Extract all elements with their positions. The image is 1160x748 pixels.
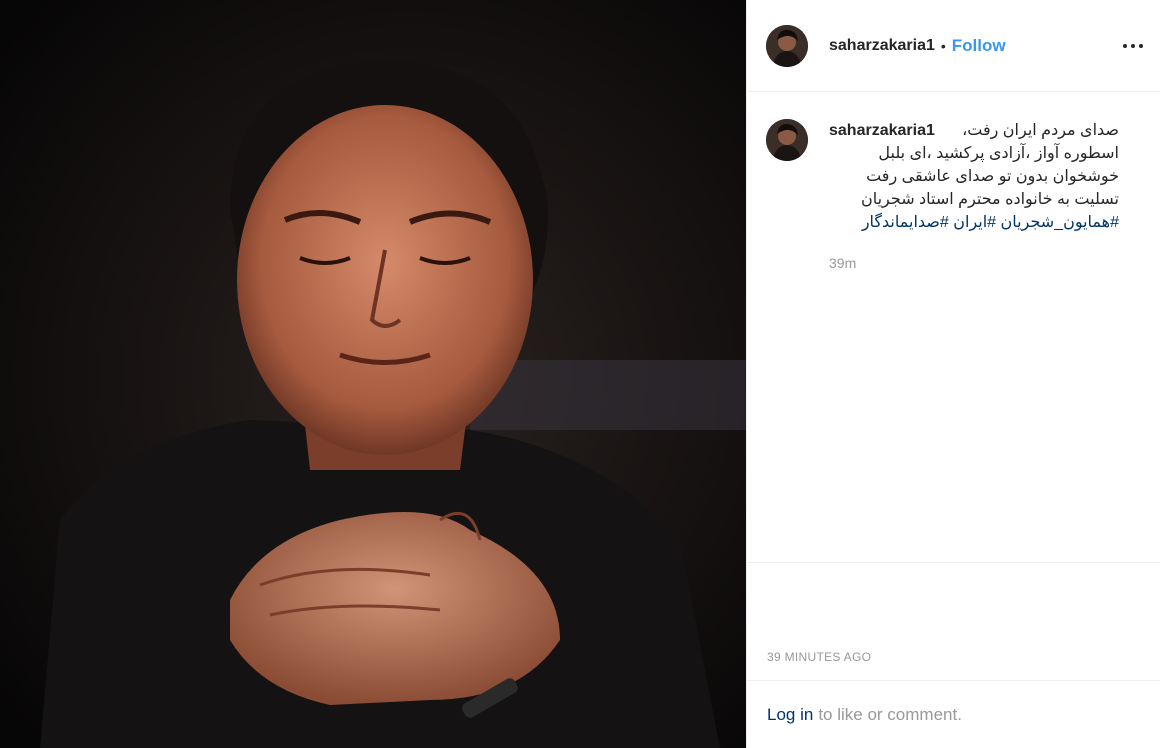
portrait-photo — [0, 0, 746, 748]
hashtag-list: #همایون_شجریان #ایران #صدایماندگار — [829, 211, 1119, 234]
divider — [747, 562, 1160, 563]
login-prompt-text: to like or comment. — [818, 704, 962, 724]
comment-time[interactable]: 39m — [829, 255, 1119, 271]
avatar-image — [766, 24, 808, 67]
post-photo[interactable] — [0, 0, 746, 748]
post-timestamp[interactable]: 39 MINUTES AGO — [767, 650, 871, 664]
caption-line: اسطوره آواز ،آزادی پرکشید ،ای بلبل — [878, 145, 1119, 162]
username-link[interactable]: saharzakaria1 — [829, 37, 935, 55]
hashtag-link[interactable]: #ایران — [953, 214, 996, 231]
hashtag-link[interactable]: #صدایماندگار — [862, 214, 949, 231]
comment-username-link[interactable]: saharzakaria1 — [829, 119, 935, 142]
login-bar: Log in to like or comment. — [747, 680, 1160, 748]
avatar[interactable] — [766, 24, 808, 67]
avatar[interactable] — [766, 119, 808, 161]
login-link[interactable]: Log in — [767, 705, 813, 725]
follow-button[interactable]: Follow — [952, 36, 1006, 56]
caption-line: صدای مردم ایران رفت، — [962, 122, 1119, 139]
post-header: saharzakaria1 • Follow — [747, 0, 1160, 92]
caption-line: خوشخوان بدون تو صدای عاشقی رفت — [866, 168, 1119, 185]
comment-body: saharzakaria1 صدای مردم ایران رفت، اسطور… — [829, 119, 1119, 271]
caption-text: saharzakaria1 صدای مردم ایران رفت، اسطور… — [829, 119, 1119, 234]
dot-icon — [1131, 44, 1135, 48]
post-detail-panel: saharzakaria1 • Follow saharzakaria1 صدا… — [746, 0, 1160, 748]
caption-comment: saharzakaria1 صدای مردم ایران رفت، اسطور… — [747, 92, 1160, 271]
dot-icon — [1139, 44, 1143, 48]
avatar-image — [766, 119, 808, 161]
hashtag-link[interactable]: #همایون_شجریان — [1001, 214, 1119, 231]
dot-icon — [1123, 44, 1127, 48]
caption-line: تسلیت به خانواده محترم استاد شجریان — [860, 191, 1119, 208]
more-options-icon[interactable] — [1123, 38, 1143, 54]
separator-dot: • — [940, 37, 946, 54]
